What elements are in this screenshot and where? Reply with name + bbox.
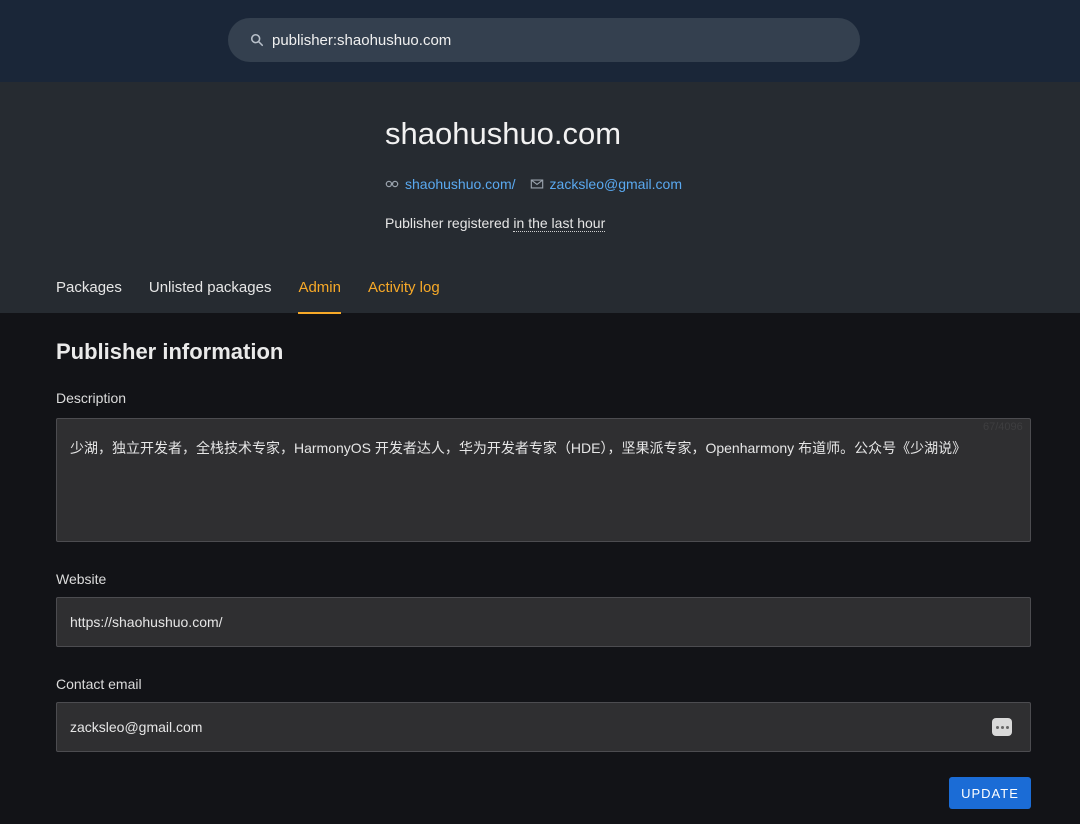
search-input[interactable] xyxy=(272,31,832,49)
description-counter: 67/4096 xyxy=(983,421,1023,433)
website-label: Website xyxy=(56,571,107,587)
registered-prefix: Publisher registered xyxy=(385,215,514,231)
tab-packages[interactable]: Packages xyxy=(56,279,122,313)
contact-email-label: Contact email xyxy=(56,676,142,692)
tab-activity-log[interactable]: Activity log xyxy=(368,279,440,313)
search-box[interactable] xyxy=(228,18,860,62)
publisher-header: shaohushuo.com shaohushuo.com/ zacksleo@… xyxy=(0,82,1080,314)
search-icon xyxy=(250,33,264,47)
description-textarea[interactable]: 少湖，独立开发者，全栈技术专家，HarmonyOS 开发者达人，华为开发者专家（… xyxy=(56,418,1031,542)
top-search-bar xyxy=(0,0,1080,82)
registration-info: Publisher registered in the last hour xyxy=(385,215,606,232)
website-link[interactable]: shaohushuo.com/ xyxy=(405,176,516,192)
section-title: Publisher information xyxy=(56,339,284,364)
description-label: Description xyxy=(56,390,127,406)
publisher-links: shaohushuo.com/ zacksleo@gmail.com xyxy=(385,176,682,192)
update-button[interactable]: UPDATE xyxy=(949,777,1031,809)
tab-admin[interactable]: Admin xyxy=(298,279,341,314)
autofill-dots-icon[interactable] xyxy=(992,718,1012,736)
tab-unlisted-packages[interactable]: Unlisted packages xyxy=(149,279,272,313)
publisher-title: shaohushuo.com xyxy=(385,116,622,151)
contact-email-input[interactable]: zacksleo@gmail.com xyxy=(56,702,1031,752)
link-icon xyxy=(385,180,399,188)
mail-icon xyxy=(530,179,543,189)
email-link[interactable]: zacksleo@gmail.com xyxy=(550,176,682,192)
registered-time: in the last hour xyxy=(513,215,606,232)
publisher-tabs: Packages Unlisted packages Admin Activit… xyxy=(56,279,440,314)
website-input[interactable]: https://shaohushuo.com/ xyxy=(56,597,1031,647)
